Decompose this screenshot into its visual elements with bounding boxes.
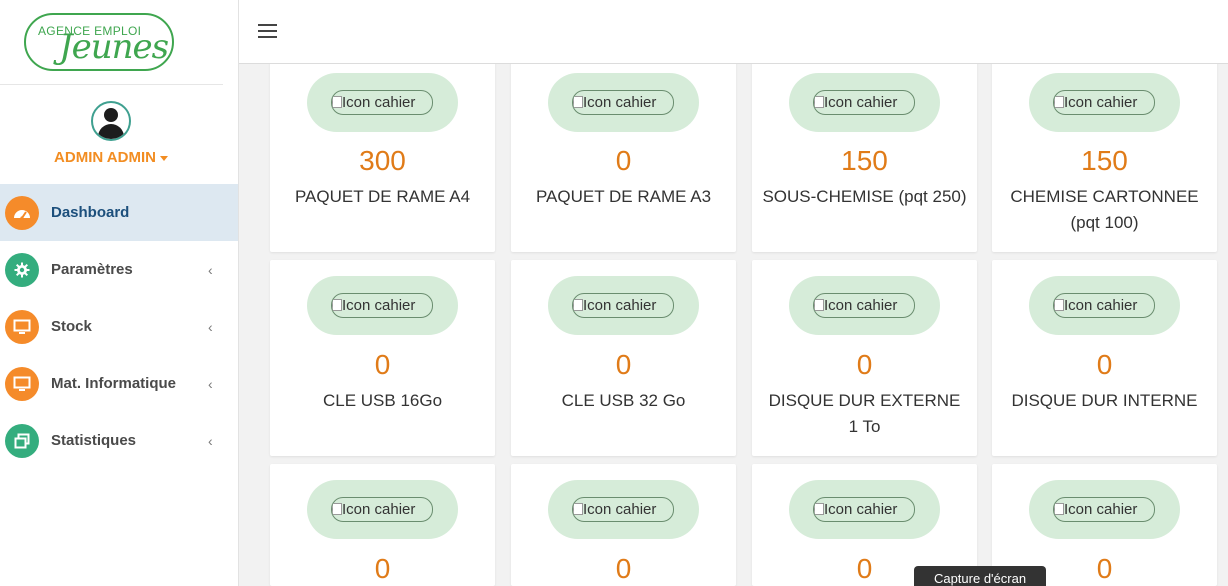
card-icon-pill: Icon cahier — [1029, 480, 1180, 539]
card-count: 0 — [374, 553, 391, 584]
card-count: 150 — [1081, 145, 1128, 176]
stock-card[interactable]: Icon cahier 0 CLE USB 32 Go — [511, 260, 736, 456]
sidebar-nav: Dashboard Paramètres ‹ Stock ‹ Mat. Info… — [0, 184, 238, 469]
card-icon-pill: Icon cahier — [548, 73, 699, 132]
card-label: SOUS-CHEMISE (pqt 250) — [762, 187, 967, 206]
sidebar-item-label: Statistiques — [51, 432, 137, 449]
sidebar-item-label: Paramètres — [51, 261, 133, 278]
notebook-image-icon: Icon cahier — [813, 497, 915, 522]
chevron-left-icon: ‹ — [208, 432, 213, 449]
card-icon-pill: Icon cahier — [307, 73, 458, 132]
logo-big-text: Jeunes — [59, 27, 169, 67]
card-label: CLE USB 32 Go — [561, 391, 686, 410]
card-icon-pill: Icon cahier — [1029, 73, 1180, 132]
card-label: PAQUET DE RAME A4 — [294, 187, 471, 206]
sidebar-item-mat-informatique[interactable]: Mat. Informatique ‹ — [0, 355, 238, 412]
monitor-icon — [5, 309, 39, 344]
stock-card[interactable]: Icon cahier 150 SOUS-CHEMISE (pqt 250) — [752, 56, 977, 252]
dashboard-gauge-icon — [5, 195, 39, 230]
card-icon-pill: Icon cahier — [307, 480, 458, 539]
card-count: 0 — [374, 349, 391, 380]
card-label: CLE USB 16Go — [322, 391, 443, 410]
card-icon-pill: Icon cahier — [789, 73, 940, 132]
sidebar-item-statistiques[interactable]: Statistiques ‹ — [0, 412, 238, 469]
stock-card[interactable]: Icon cahier 0 CLE USB 16Go — [270, 260, 495, 456]
card-icon-pill: Icon cahier — [548, 276, 699, 335]
avatar-head — [104, 108, 118, 122]
stock-card[interactable]: Icon cahier 0 DISQUE DUR EXTERNE 1 To — [752, 260, 977, 456]
notebook-image-icon: Icon cahier — [331, 90, 433, 115]
card-count: 300 — [359, 145, 406, 176]
stock-card[interactable]: Icon cahier 150 CHEMISE CARTONNEE (pqt 1… — [992, 56, 1217, 252]
user-menu-toggle[interactable]: ADMIN ADMIN — [0, 149, 222, 166]
notebook-image-icon: Icon cahier — [572, 497, 674, 522]
notebook-image-icon: Icon cahier — [1053, 497, 1155, 522]
stock-card[interactable]: Icon cahier 0 — [511, 464, 736, 586]
notebook-image-icon: Icon cahier — [813, 293, 915, 318]
sidebar-item-label: Dashboard — [51, 204, 130, 221]
user-name: ADMIN ADMIN — [54, 149, 156, 166]
card-label: DISQUE DUR INTERNE — [1011, 391, 1198, 410]
user-panel: ADMIN ADMIN — [0, 85, 238, 184]
logo-area: AGENCE EMPLOI Jeunes — [0, 0, 223, 85]
agence-emploi-jeunes-logo[interactable]: AGENCE EMPLOI Jeunes — [24, 13, 174, 71]
sidebar-item-dashboard[interactable]: Dashboard — [0, 184, 238, 241]
card-label: DISQUE DUR EXTERNE 1 To — [768, 391, 961, 436]
sidebar: AGENCE EMPLOI Jeunes ADMIN ADMIN Dashboa… — [0, 0, 239, 586]
screenshot-tooltip: Capture d'écran — [914, 566, 1046, 586]
gear-icon — [5, 252, 39, 287]
card-icon-pill: Icon cahier — [548, 480, 699, 539]
windows-stack-icon — [5, 423, 39, 458]
notebook-image-icon: Icon cahier — [572, 293, 674, 318]
notebook-image-icon: Icon cahier — [331, 293, 433, 318]
stock-card[interactable]: Icon cahier 0 DISQUE DUR INTERNE — [992, 260, 1217, 456]
notebook-image-icon: Icon cahier — [331, 497, 433, 522]
card-label: CHEMISE CARTONNEE (pqt 100) — [1010, 187, 1199, 232]
caret-down-icon — [159, 155, 168, 161]
card-label: PAQUET DE RAME A3 — [535, 187, 712, 206]
sidebar-item-stock[interactable]: Stock ‹ — [0, 298, 238, 355]
card-icon-pill: Icon cahier — [789, 480, 940, 539]
card-count: 0 — [615, 349, 632, 380]
notebook-image-icon: Icon cahier — [572, 90, 674, 115]
card-count: 0 — [856, 349, 873, 380]
card-icon-pill: Icon cahier — [1029, 276, 1180, 335]
card-icon-pill: Icon cahier — [789, 276, 940, 335]
stock-card[interactable]: Icon cahier 0 PAQUET DE RAME A3 — [511, 56, 736, 252]
card-count: 0 — [1096, 349, 1113, 380]
card-count: 0 — [615, 145, 632, 176]
chevron-left-icon: ‹ — [208, 375, 213, 392]
avatar — [91, 101, 131, 141]
chevron-left-icon: ‹ — [208, 318, 213, 335]
card-icon-pill: Icon cahier — [307, 276, 458, 335]
sidebar-item-label: Mat. Informatique — [51, 375, 177, 392]
sidebar-item-parametres[interactable]: Paramètres ‹ — [0, 241, 238, 298]
stock-card[interactable]: Icon cahier 0 — [270, 464, 495, 586]
top-navbar-overlay — [239, 0, 1228, 64]
chevron-left-icon: ‹ — [208, 261, 213, 278]
notebook-image-icon: Icon cahier — [813, 90, 915, 115]
monitor-icon — [5, 366, 39, 401]
stock-card[interactable]: Icon cahier 300 PAQUET DE RAME A4 — [270, 56, 495, 252]
sidebar-item-label: Stock — [51, 318, 92, 335]
avatar-body — [98, 124, 124, 139]
notebook-image-icon: Icon cahier — [1053, 90, 1155, 115]
card-count: 150 — [841, 145, 888, 176]
notebook-image-icon: Icon cahier — [1053, 293, 1155, 318]
hamburger-menu-icon[interactable] — [258, 24, 277, 40]
card-count: 0 — [615, 553, 632, 584]
